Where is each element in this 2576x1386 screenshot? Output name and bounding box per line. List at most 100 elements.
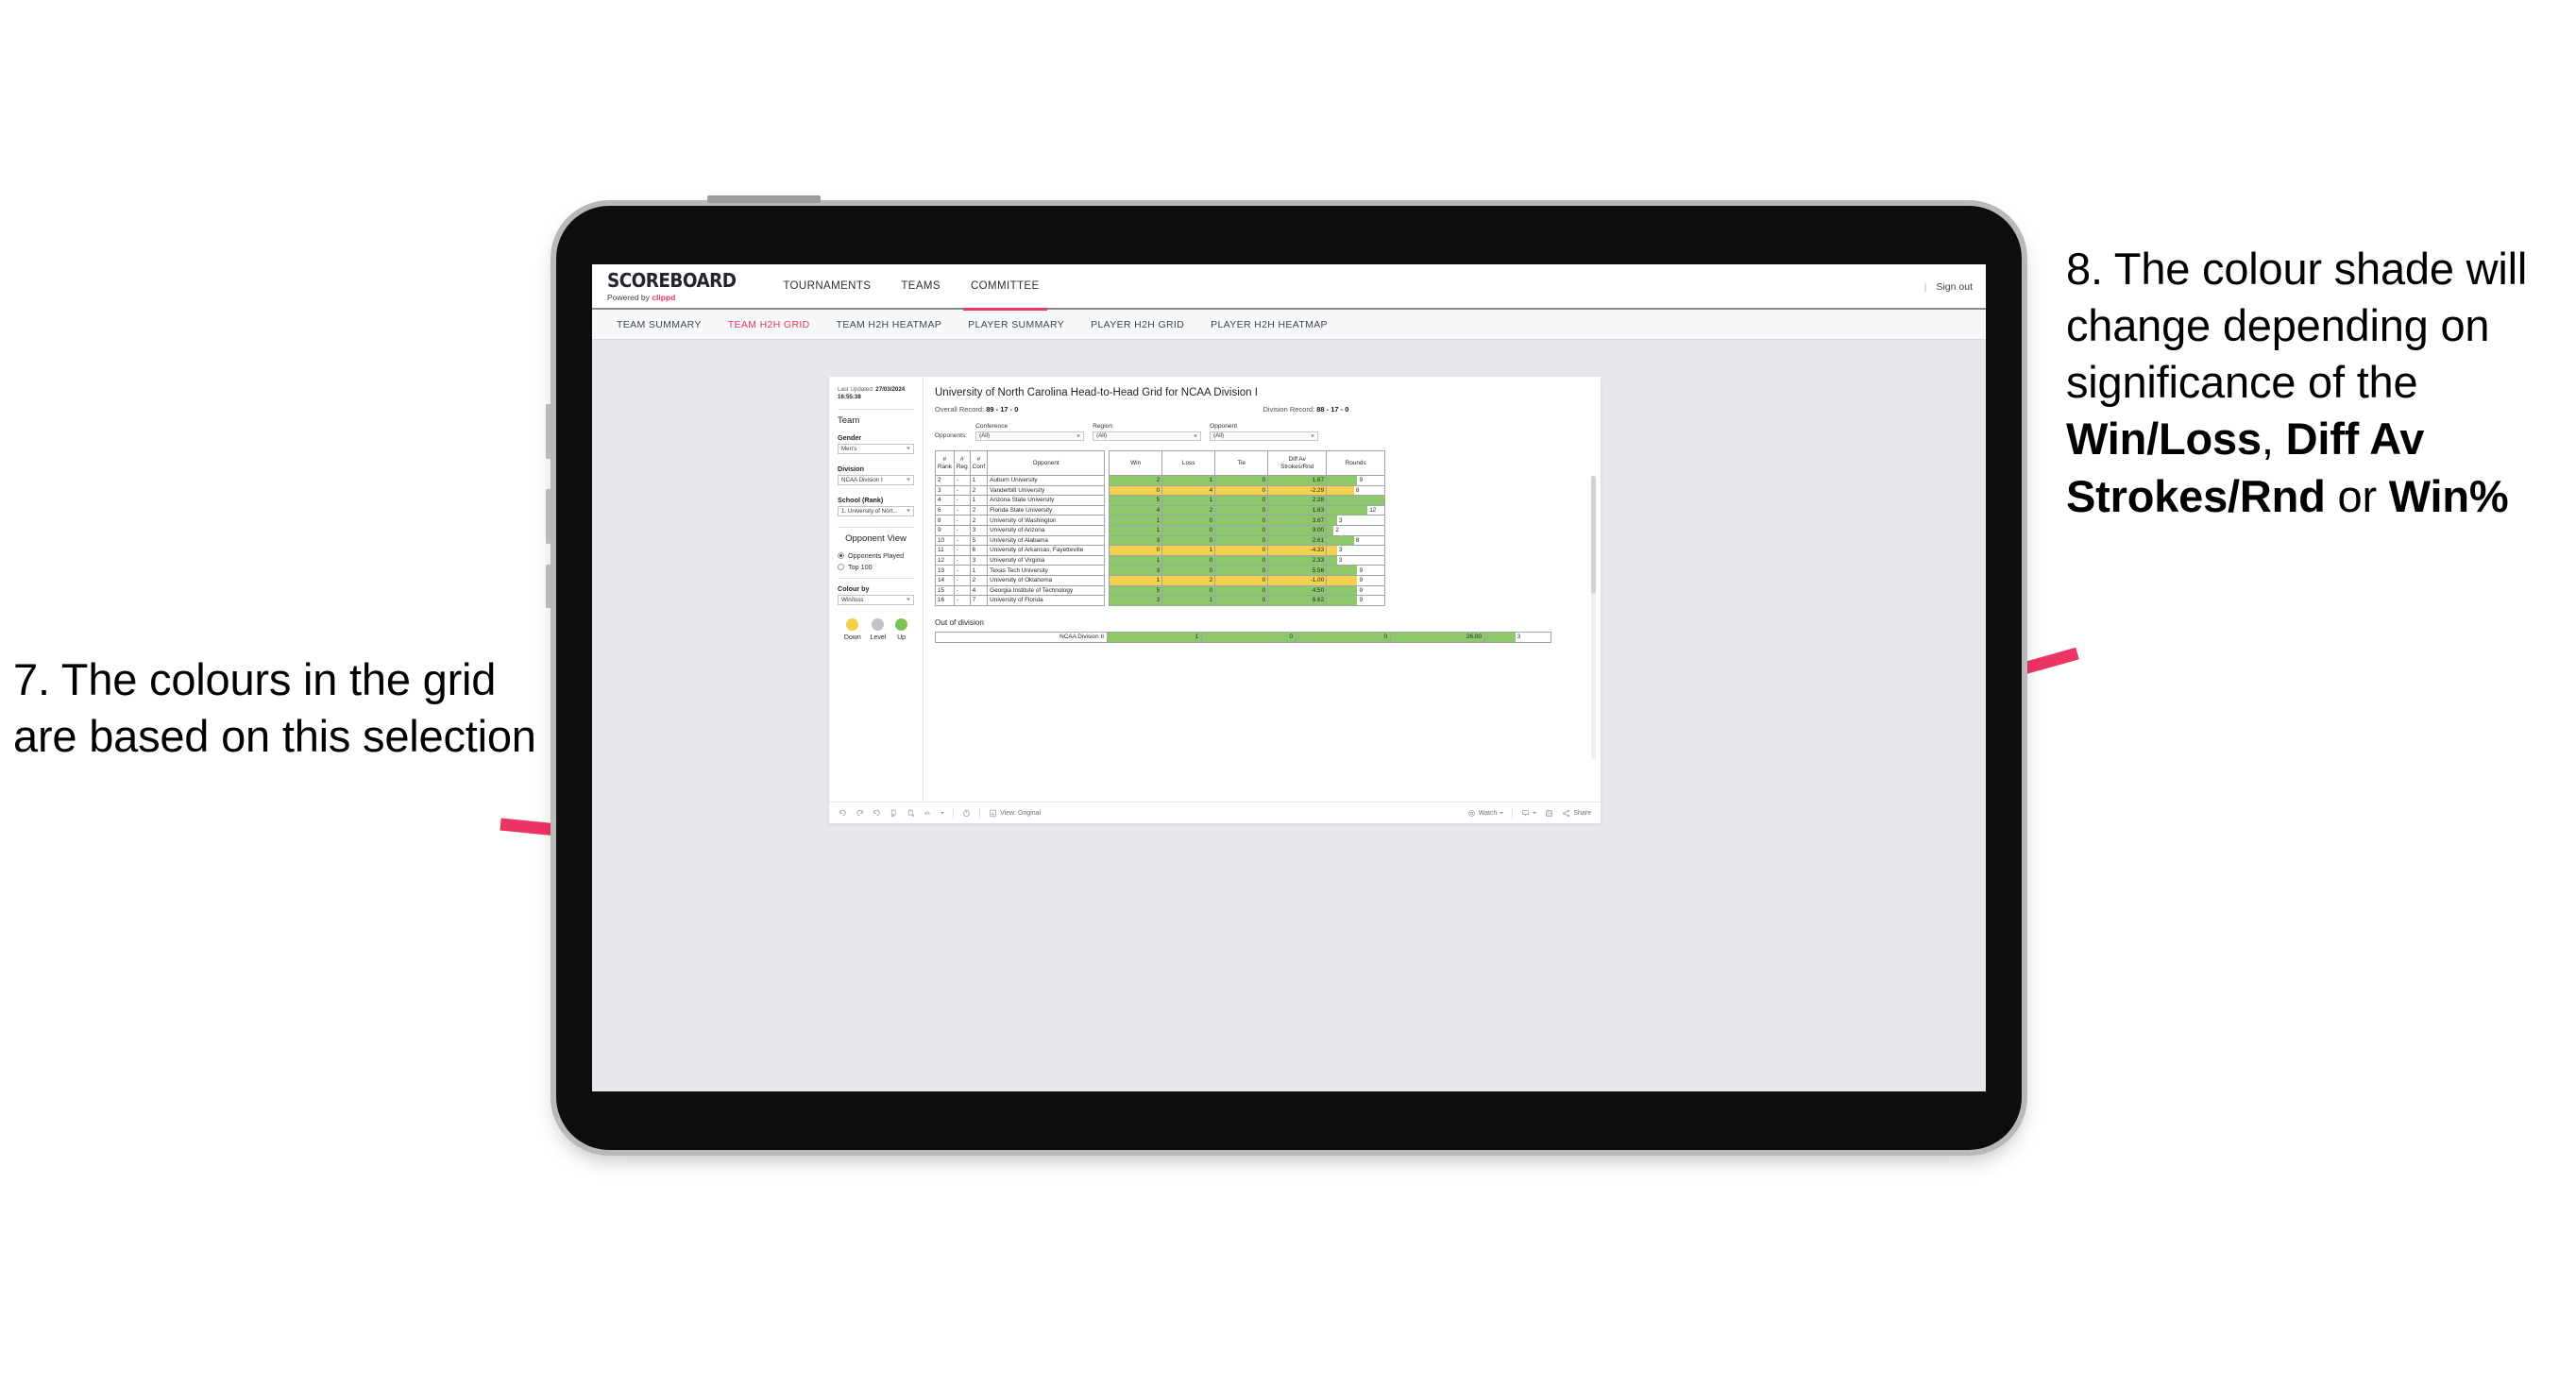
pan-icon[interactable] [924, 809, 932, 818]
radio-top-100-label: Top 100 [848, 562, 873, 571]
radio-top-100[interactable]: Top 100 [838, 563, 914, 571]
grid-col-header[interactable]: Win [1109, 450, 1163, 476]
watch-button[interactable]: Watch [1467, 809, 1504, 818]
out-of-division-body: NCAA Division II 1 0 0 26.00 3 [935, 631, 1551, 643]
power-button[interactable] [707, 195, 821, 203]
fullscreen-icon[interactable] [1545, 809, 1553, 818]
table-row[interactable]: 9-3 University of Arizona 1 0 0 9.00 2 [935, 524, 1386, 536]
rounds-bar [1327, 506, 1368, 515]
cell-opponent: University of Virginia [987, 554, 1106, 566]
pause-icon[interactable] [907, 809, 915, 818]
cell-rounds: 8 [1326, 534, 1386, 547]
filter-conference-select[interactable]: (All) [975, 431, 1085, 441]
grid-col-header[interactable]: Opponent [987, 450, 1106, 476]
colour-by-select[interactable]: Win/loss [838, 594, 914, 605]
cell-rounds: 9 [1326, 565, 1386, 576]
subnav-team-h2h-grid[interactable]: TEAM H2H GRID [715, 319, 823, 330]
rounds-value: 3 [1338, 557, 1343, 565]
h2h-grid-wrapper: # Rank # Reg # Conf Opponent Win Loss Tie Diff Av S… [935, 450, 1596, 759]
annotation-left: 7. The colours in the grid are based on … [13, 651, 542, 765]
table-row[interactable]: 14-2 University of Oklahoma 1 2 0 -1.00 9 [935, 574, 1386, 586]
table-row[interactable]: 8-2 University of Washington 1 0 0 3.67 3 [935, 515, 1386, 526]
table-row[interactable]: 15-4 Georgia Institute of Technology 5 0 0 4.… [935, 584, 1386, 597]
alerts-icon[interactable] [962, 809, 971, 818]
cell-loss: 1 [1161, 475, 1216, 486]
grid-col-header[interactable]: # Conf [969, 450, 989, 476]
cell-diff: 2.28 [1267, 495, 1328, 506]
chevron-down-icon [1076, 434, 1081, 438]
filter-region-select[interactable]: (All) [1093, 431, 1202, 441]
cell-tie: 0 [1214, 584, 1269, 597]
cell-reg: - [953, 524, 971, 536]
cell-opponent: Vanderbilt University [987, 484, 1106, 497]
share-button[interactable]: Share [1562, 809, 1591, 818]
nav-teams[interactable]: TEAMS [886, 264, 956, 309]
gender-select[interactable]: Men's [838, 443, 914, 454]
cell-rounds: 3 [1484, 631, 1551, 643]
side-button[interactable] [546, 565, 553, 608]
powered-brand: clippd [652, 292, 676, 302]
cell-tie: 0 [1214, 574, 1269, 586]
gender-value: Men's [841, 445, 857, 452]
chevron-down-icon[interactable] [941, 812, 944, 814]
cell-loss: 0 [1161, 565, 1216, 576]
cell-loss: 0 [1161, 554, 1216, 566]
cell-win: 3 [1109, 595, 1163, 606]
annotation-sep2: or [2325, 470, 2389, 521]
cell-loss: 1 [1161, 495, 1216, 506]
grid-col-header[interactable]: Tie [1214, 450, 1269, 476]
view-original-button[interactable]: View: Original [989, 809, 1041, 818]
viz-container: Last Updated: 27/03/2024 16:55:38 Team G… [829, 377, 1601, 823]
app-logo[interactable]: SCOREBOARD Powered by clippd [607, 271, 747, 302]
grid-scrollbar-thumb[interactable] [1591, 476, 1596, 594]
chevron-down-icon [1194, 434, 1198, 438]
grid-col-header[interactable]: Rounds [1326, 450, 1386, 476]
division-value: NCAA Division I [841, 476, 883, 483]
nav-committee[interactable]: COMMITTEE [956, 264, 1055, 311]
table-row[interactable]: 12-3 University of Virginia 1 0 0 2.33 3 [935, 554, 1386, 566]
grid-col-header[interactable]: # Rank [935, 450, 955, 476]
nav-tournaments[interactable]: TOURNAMENTS [768, 264, 886, 309]
table-row[interactable]: 4-1Arizona State University5102.2817 [935, 495, 1386, 506]
subnav-player-h2h-heatmap[interactable]: PLAYER H2H HEATMAP [1197, 319, 1341, 330]
filter-opponent-select[interactable]: (All) [1210, 431, 1319, 441]
chevron-down-icon [907, 509, 910, 513]
cell-reg: - [953, 504, 971, 516]
subnav-team-h2h-heatmap[interactable]: TEAM H2H HEATMAP [823, 319, 956, 330]
radio-opponents-played[interactable]: Opponents Played [838, 551, 914, 560]
out-of-division-row[interactable]: NCAA Division II 1 0 0 26.00 3 [935, 631, 1551, 643]
subnav-player-summary[interactable]: PLAYER SUMMARY [955, 319, 1077, 330]
division-select[interactable]: NCAA Division I [838, 474, 914, 485]
table-row[interactable]: 10-5 University of Alabama 3 0 0 2.61 8 [935, 534, 1386, 547]
sign-out-link[interactable]: Sign out [1936, 281, 1973, 293]
redo-icon[interactable] [856, 809, 864, 818]
cell-tie: 0 [1214, 595, 1269, 606]
table-row[interactable]: 3-2 Vanderbilt University 0 4 0 -2.29 8 [935, 484, 1386, 497]
cell-loss: 1 [1161, 595, 1216, 606]
rounds-bar [1327, 526, 1334, 535]
table-row[interactable]: 11-6 University of Arkansas, Fayetteville… [935, 545, 1386, 556]
table-row[interactable]: 16-7 University of Florida 3 1 0 6.62 9 [935, 595, 1386, 606]
pane-divider-2 [838, 526, 914, 528]
viz-title: University of North Carolina Head-to-Hea… [935, 387, 1258, 398]
cell-diff: 2.61 [1267, 534, 1328, 547]
cell-opponent: University of Florida [987, 595, 1106, 606]
volume-down-button[interactable] [546, 489, 553, 544]
grid-col-header[interactable]: Diff Av Strokes/Rnd [1267, 450, 1328, 476]
table-row[interactable]: 2-1 Auburn University 2 1 0 1.67 9 [935, 475, 1386, 486]
refresh-icon[interactable] [890, 809, 898, 818]
download-button[interactable] [1521, 809, 1537, 818]
table-row[interactable]: 6-2 Florida State University 4 2 0 1.83 12 [935, 504, 1386, 516]
table-row[interactable]: 13-1 Texas Tech University 3 0 0 5.56 9 [935, 565, 1386, 576]
subnav-player-h2h-grid[interactable]: PLAYER H2H GRID [1077, 319, 1197, 330]
cell-conf: 4 [969, 584, 989, 597]
grid-col-header[interactable]: # Reg [953, 450, 971, 476]
filter-region-label: Region [1093, 423, 1112, 430]
school-select[interactable]: 1. University of Nort... [838, 505, 914, 516]
revert-icon[interactable] [873, 809, 881, 818]
subnav-team-summary[interactable]: TEAM SUMMARY [603, 319, 715, 330]
grid-col-header[interactable]: Loss [1161, 450, 1216, 476]
undo-icon[interactable] [839, 809, 847, 818]
rounds-bar [1485, 632, 1516, 642]
volume-up-button[interactable] [546, 404, 553, 459]
